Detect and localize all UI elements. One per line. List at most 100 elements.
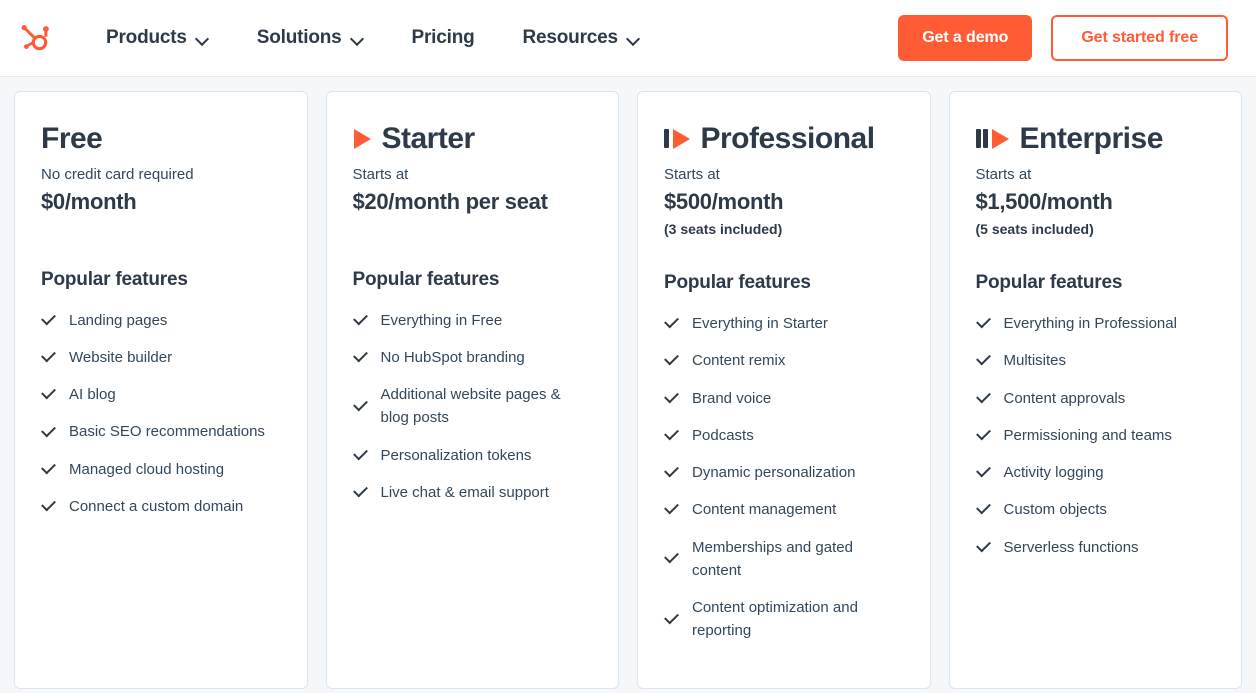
feature-item: Basic SEO recommendations [41, 420, 281, 443]
feature-item: Multisites [976, 349, 1216, 372]
check-icon [353, 485, 368, 500]
chevron-down-icon [196, 34, 209, 42]
tier-name-starter: Starter [382, 122, 475, 156]
tier-price-free: $0/month [41, 188, 281, 217]
feature-item: Memberships and gated content [664, 536, 904, 583]
feature-label: Memberships and gated content [692, 536, 904, 583]
check-icon [353, 350, 368, 365]
feature-label: Activity logging [1004, 461, 1104, 484]
bar-icon [976, 129, 981, 148]
feature-label: Dynamic personalization [692, 461, 855, 484]
feature-label: Content management [692, 498, 836, 521]
feature-label: Everything in Free [381, 309, 503, 332]
feature-label: Website builder [69, 346, 172, 369]
check-icon [41, 425, 56, 440]
tier-subtitle-enterprise: Starts at [976, 164, 1216, 187]
card-header-free: Free [41, 122, 281, 156]
site-header: Products Solutions Pricing Resources Get… [0, 0, 1256, 77]
check-icon [976, 353, 991, 368]
nav-item-products-label: Products [106, 27, 187, 49]
tier-subtitle-professional: Starts at [664, 164, 904, 187]
triangle-icon [354, 129, 371, 149]
feature-item: Serverless functions [976, 536, 1216, 559]
feature-label: Custom objects [1004, 498, 1107, 521]
feature-item: Content approvals [976, 387, 1216, 410]
feature-item: Content remix [664, 349, 904, 372]
check-icon [976, 502, 991, 517]
nav-item-pricing-label: Pricing [412, 27, 475, 49]
check-icon [41, 499, 56, 514]
feature-item: Managed cloud hosting [41, 458, 281, 481]
nav-item-pricing[interactable]: Pricing [388, 19, 499, 57]
card-header-starter: Starter [353, 122, 593, 156]
pricing-card-starter: Starter Starts at $20/month per seat Pop… [326, 91, 620, 689]
nav-item-resources[interactable]: Resources [499, 19, 664, 57]
feature-label: Managed cloud hosting [69, 458, 224, 481]
nav-item-resources-label: Resources [523, 27, 618, 49]
feature-label: Personalization tokens [381, 444, 532, 467]
check-icon [41, 462, 56, 477]
features-list-enterprise: Everything in Professional Multisites Co… [976, 312, 1216, 559]
check-icon [353, 399, 368, 414]
feature-item: Additional website pages & blog posts [353, 383, 593, 430]
nav-item-solutions-label: Solutions [257, 27, 342, 49]
nav-item-products[interactable]: Products [82, 19, 233, 57]
feature-label: Live chat & email support [381, 481, 549, 504]
feature-item: Website builder [41, 346, 281, 369]
check-icon [976, 316, 991, 331]
feature-label: Content optimization and reporting [692, 596, 904, 643]
tier-name-professional: Professional [701, 122, 875, 156]
feature-item: Everything in Starter [664, 312, 904, 335]
feature-item: Custom objects [976, 498, 1216, 521]
tier-subtitle-starter: Starts at [353, 164, 593, 187]
feature-item: Permissioning and teams [976, 424, 1216, 447]
feature-label: Additional website pages & blog posts [381, 383, 593, 430]
check-icon [41, 350, 56, 365]
feature-label: Brand voice [692, 387, 771, 410]
features-heading-free: Popular features [41, 269, 281, 291]
card-header-enterprise: Enterprise [976, 122, 1216, 156]
main-navigation: Products Solutions Pricing Resources [82, 19, 898, 57]
pricing-grid: Free No credit card required $0/month Po… [0, 77, 1256, 689]
triangle-icon [673, 129, 690, 149]
feature-item: Everything in Free [353, 309, 593, 332]
hubspot-sprocket-logo-icon[interactable] [16, 18, 56, 58]
feature-item: Activity logging [976, 461, 1216, 484]
bar-icon [983, 129, 988, 148]
feature-label: Landing pages [69, 309, 167, 332]
feature-item: AI blog [41, 383, 281, 406]
feature-label: Everything in Professional [1004, 312, 1177, 335]
bar-icon [664, 129, 669, 148]
nav-item-solutions[interactable]: Solutions [233, 19, 388, 57]
tier-name-free: Free [41, 122, 102, 156]
check-icon [41, 387, 56, 402]
tier-price-starter: $20/month per seat [353, 188, 593, 217]
features-list-professional: Everything in Starter Content remix Bran… [664, 312, 904, 643]
get-started-free-button[interactable]: Get started free [1051, 15, 1228, 61]
feature-item: Connect a custom domain [41, 495, 281, 518]
check-icon [976, 391, 991, 406]
check-icon [664, 391, 679, 406]
feature-item: Personalization tokens [353, 444, 593, 467]
feature-label: AI blog [69, 383, 116, 406]
get-a-demo-button[interactable]: Get a demo [898, 15, 1032, 61]
feature-item: Podcasts [664, 424, 904, 447]
check-icon [976, 428, 991, 443]
tier-name-enterprise: Enterprise [1020, 122, 1163, 156]
tier-seats-professional: (3 seats included) [664, 218, 904, 240]
tier-price-enterprise: $1,500/month [976, 188, 1216, 217]
pricing-card-enterprise: Enterprise Starts at $1,500/month (5 sea… [949, 91, 1243, 689]
feature-label: Content approvals [1004, 387, 1126, 410]
check-icon [353, 448, 368, 463]
feature-label: Basic SEO recommendations [69, 420, 265, 443]
feature-label: No HubSpot branding [381, 346, 525, 369]
tier-level-icon-enterprise [976, 128, 1009, 150]
features-heading-starter: Popular features [353, 269, 593, 291]
check-icon [664, 502, 679, 517]
feature-label: Connect a custom domain [69, 495, 243, 518]
features-heading-enterprise: Popular features [976, 272, 1216, 294]
check-icon [664, 316, 679, 331]
feature-label: Multisites [1004, 349, 1067, 372]
tier-level-icon-starter [353, 128, 371, 150]
feature-label: Permissioning and teams [1004, 424, 1172, 447]
